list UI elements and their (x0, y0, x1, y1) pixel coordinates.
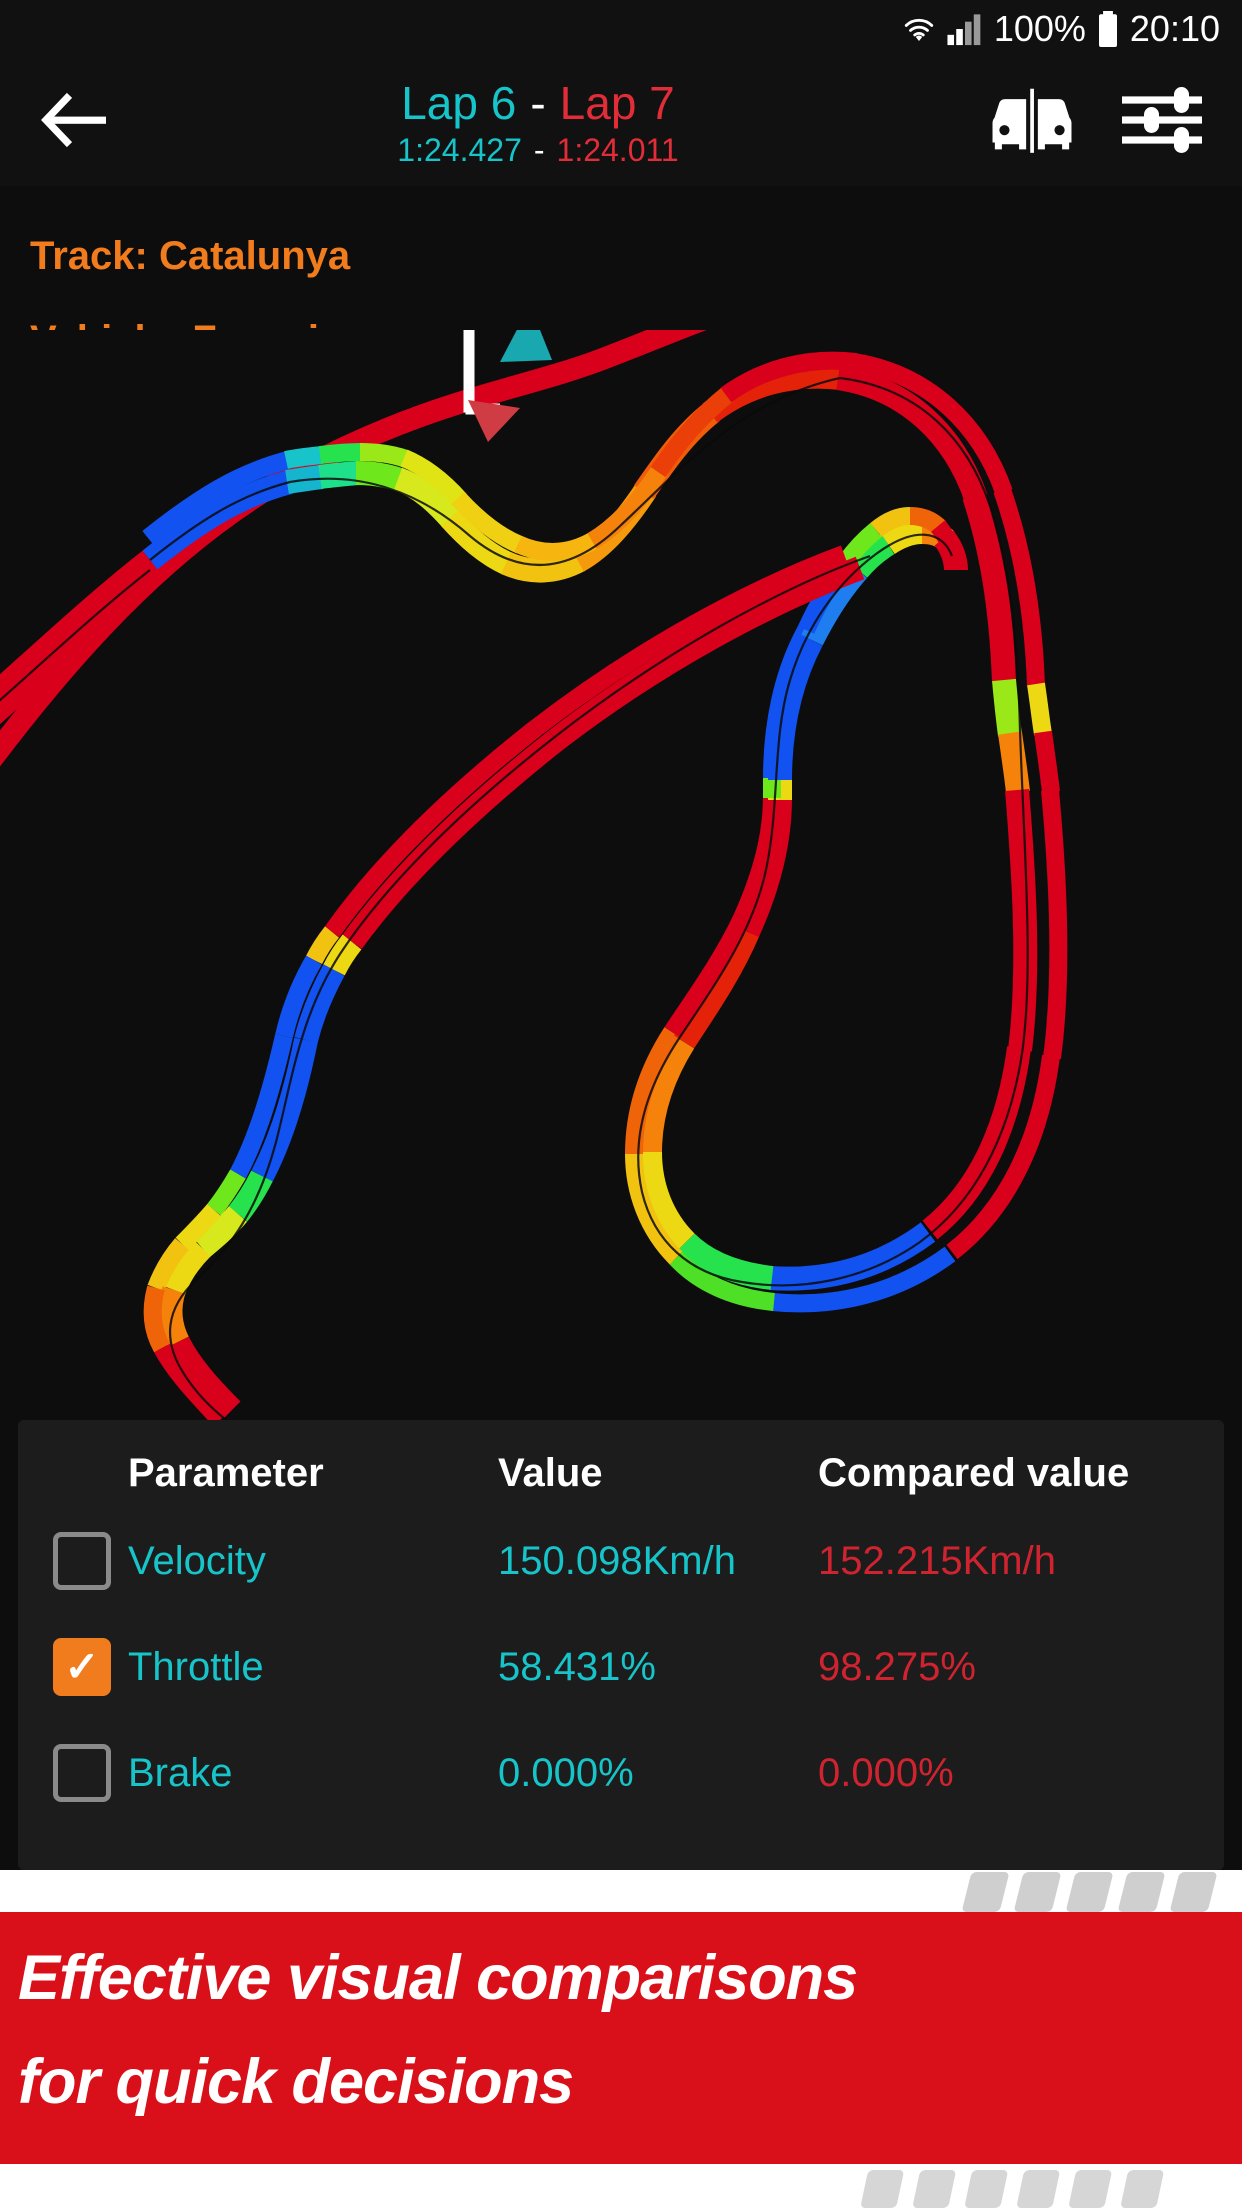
app-bar: Lap 6 - Lap 7 1:24.427 - 1:24.011 (0, 58, 1242, 186)
parameter-name: Throttle (128, 1644, 264, 1689)
status-bar: 100% 20:10 (0, 0, 1242, 58)
velocity-checkbox[interactable]: ✓ (18, 1532, 128, 1590)
lap-compared-label: Lap 7 (559, 76, 675, 129)
parameters-table: Parameter Value Compared value ✓ Velocit… (18, 1420, 1224, 1870)
time-separator-label: - (533, 131, 545, 168)
cyan-position-marker (500, 330, 552, 362)
header-parameter: Parameter (128, 1450, 324, 1495)
throttle-checkbox[interactable]: ✓ (18, 1638, 128, 1696)
lap-primary-label: Lap 6 (401, 76, 517, 129)
table-header-row: Parameter Value Compared value (18, 1420, 1224, 1508)
parameter-compared-value: 0.000% (818, 1750, 954, 1795)
parameter-compared-value: 98.275% (818, 1644, 976, 1689)
settings-button[interactable] (1116, 76, 1208, 168)
time-compared-label: 1:24.011 (556, 131, 679, 168)
track-map[interactable] (0, 330, 1242, 1420)
brake-checkbox[interactable]: ✓ (18, 1744, 128, 1802)
compare-cars-button[interactable] (986, 76, 1078, 168)
header-value: Value (498, 1450, 603, 1495)
banner-line-1: Effective visual comparisons (18, 1943, 858, 2013)
parameter-value: 58.431% (498, 1644, 656, 1689)
banner-line-2: for quick decisions (18, 2047, 574, 2117)
sliders-settings-icon (1120, 84, 1204, 161)
header-compared-value: Compared value (818, 1450, 1130, 1495)
compare-cars-icon (989, 84, 1075, 161)
table-row[interactable]: ✓ Throttle 58.431% 98.275% (18, 1614, 1224, 1720)
parameter-name: Velocity (128, 1538, 266, 1583)
table-row[interactable]: ✓ Velocity 150.098Km/h 152.215Km/h (18, 1508, 1224, 1614)
parameter-value: 150.098Km/h (498, 1538, 736, 1583)
red-position-marker (468, 400, 520, 442)
lap-comparison-title[interactable]: Lap 6 - Lap 7 1:24.427 - 1:24.011 (90, 76, 986, 169)
signal-bars-icon (946, 12, 984, 46)
parameter-value: 0.000% (498, 1750, 634, 1795)
track-ribbons (0, 351, 1068, 1420)
table-row[interactable]: ✓ Brake 0.000% 0.000% (18, 1720, 1224, 1826)
clock-label: 20:10 (1129, 8, 1220, 49)
wifi-icon (902, 12, 936, 46)
track-label: Track: Catalunya (30, 234, 351, 278)
parameter-name: Brake (128, 1750, 233, 1795)
battery-full-icon (1096, 11, 1120, 47)
time-primary-label: 1:24.427 (397, 131, 522, 168)
parameter-compared-value: 152.215Km/h (818, 1538, 1056, 1583)
lap-separator-label: - (530, 76, 546, 129)
promo-banner[interactable]: Effective visual comparisons for quick d… (0, 1870, 1242, 2208)
battery-percent-label: 100% (993, 8, 1086, 49)
